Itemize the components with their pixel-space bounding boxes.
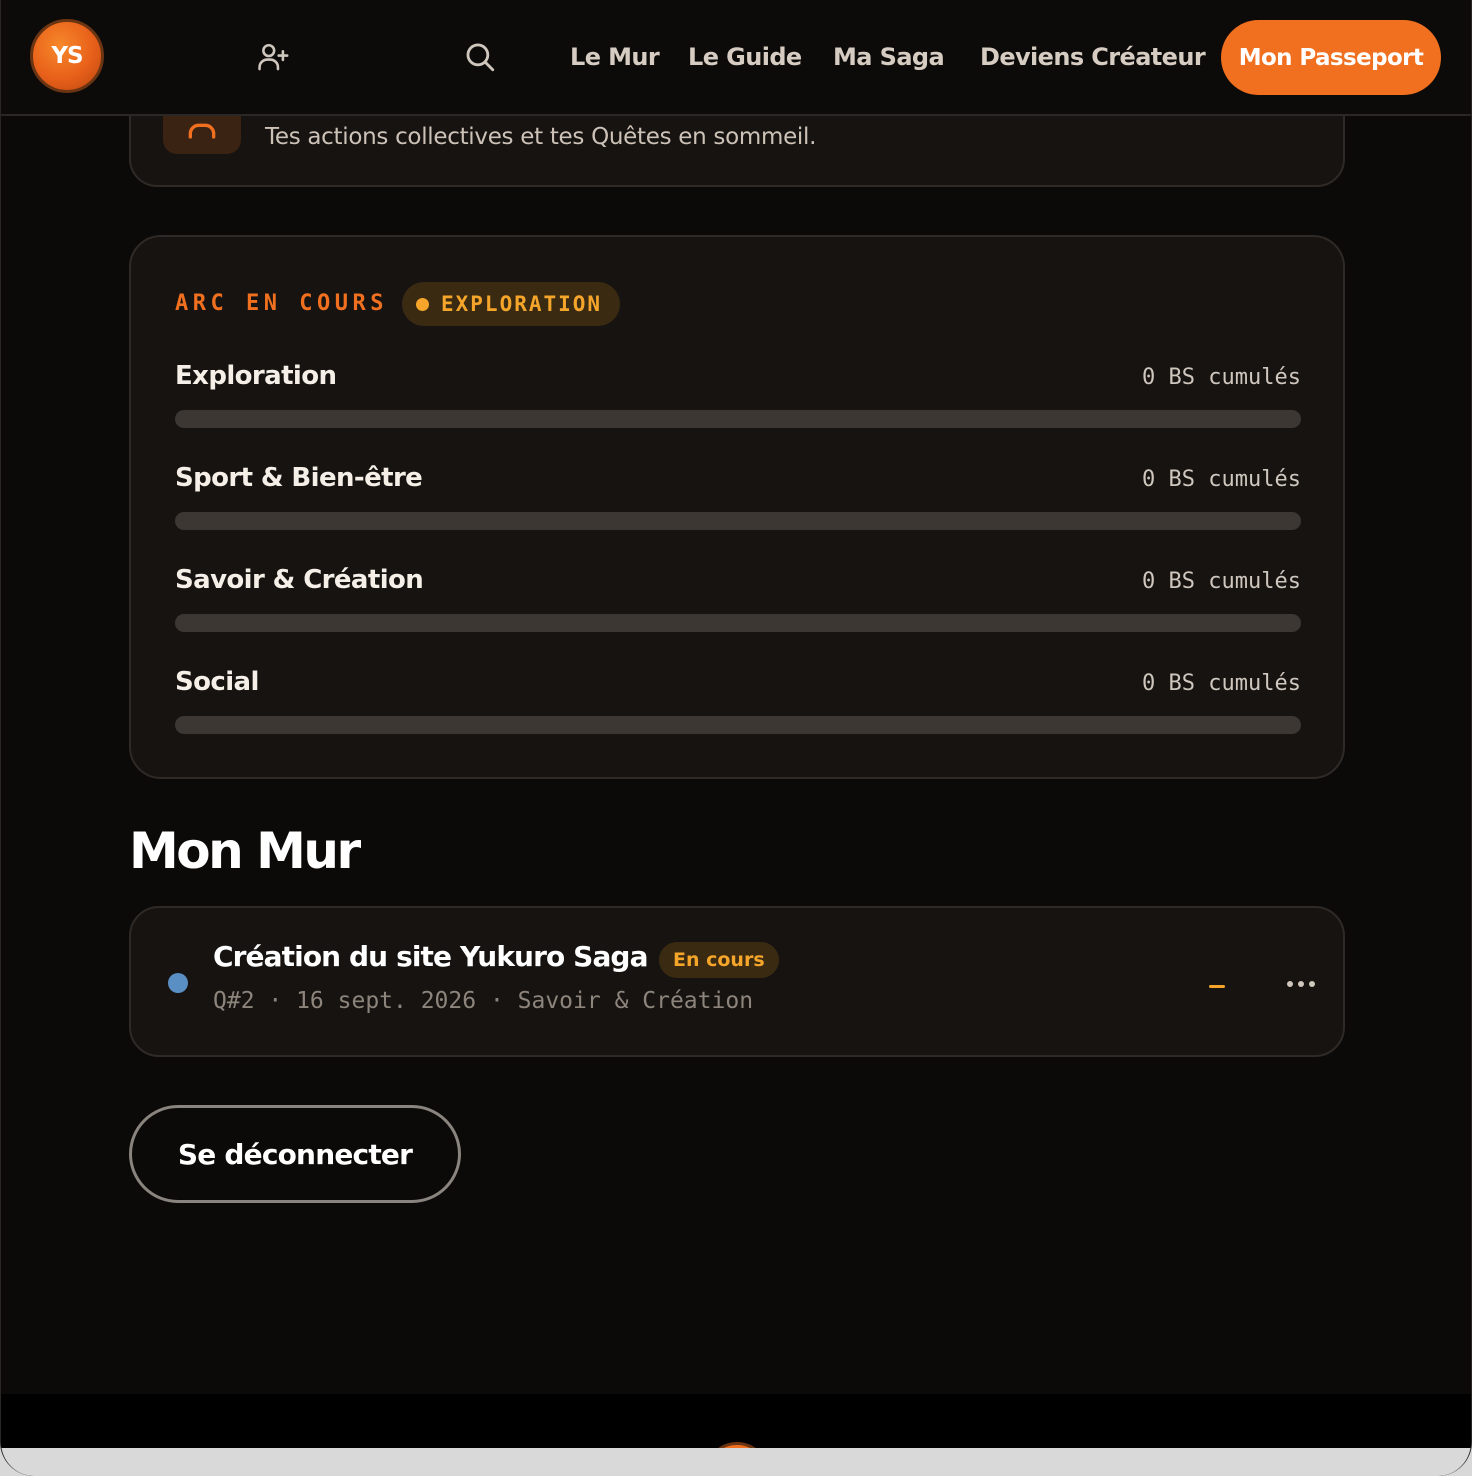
wall-title: Mon Mur <box>129 822 361 880</box>
category-name: Sport & Bien-être <box>175 463 423 493</box>
device-edge <box>1 1448 1471 1476</box>
arc-label: ARC EN COURS <box>175 291 388 316</box>
category-row-savoir: Savoir & Création 0 BS cumulés <box>175 565 1301 635</box>
quest-meta: Q#2 · 16 sept. 2026 · Savoir & Création <box>213 988 754 1014</box>
logout-button[interactable]: Se déconnecter <box>129 1105 461 1203</box>
category-value: 0 BS cumulés <box>1142 671 1301 696</box>
nav-link-le-guide[interactable]: Le Guide <box>688 38 802 76</box>
category-value: 0 BS cumulés <box>1142 569 1301 594</box>
quest-status-badge: En cours <box>659 942 779 978</box>
nav-link-ma-saga[interactable]: Ma Saga <box>833 38 945 76</box>
category-name: Social <box>175 667 259 697</box>
collective-description: Tes actions collectives et tes Quêtes en… <box>265 124 817 150</box>
nav-link-le-mur[interactable]: Le Mur <box>570 38 660 76</box>
quest-title[interactable]: Création du site Yukuro Saga <box>213 940 648 973</box>
category-row-sport: Sport & Bien-être 0 BS cumulés <box>175 463 1301 533</box>
top-navigation: YS Le Mur Le Guide Ma Saga Deviens Créat… <box>1 0 1471 116</box>
minus-icon[interactable] <box>1197 966 1237 1006</box>
category-name: Exploration <box>175 361 337 391</box>
nav-link-deviens-createur[interactable]: Deviens Créateur <box>980 38 1206 76</box>
category-value: 0 BS cumulés <box>1142 467 1301 492</box>
user-plus-icon[interactable] <box>254 38 292 76</box>
category-progress-bar <box>175 716 1301 734</box>
category-progress-bar <box>175 410 1301 428</box>
passport-button[interactable]: Mon Passeport <box>1221 20 1441 95</box>
arc-badge: EXPLORATION <box>402 282 621 326</box>
category-value: 0 BS cumulés <box>1142 365 1301 390</box>
app-frame: Tes actions collectives et tes Quêtes en… <box>0 0 1472 1476</box>
category-progress-bar <box>175 614 1301 632</box>
search-icon[interactable] <box>460 37 500 77</box>
quest-status-dot <box>168 973 188 993</box>
quest-card[interactable]: Création du site Yukuro Saga En cours Q#… <box>129 906 1345 1057</box>
more-horizontal-icon[interactable] <box>1281 964 1321 1004</box>
badge-dot-icon <box>416 297 429 311</box>
arc-progress-card: ARC EN COURS EXPLORATION Exploration 0 B… <box>129 235 1345 779</box>
category-progress-bar <box>175 512 1301 530</box>
category-name: Savoir & Création <box>175 565 424 595</box>
category-row-exploration: Exploration 0 BS cumulés <box>175 361 1301 431</box>
arc-badge-label: EXPLORATION <box>441 292 603 316</box>
category-row-social: Social 0 BS cumulés <box>175 667 1301 737</box>
avatar[interactable]: YS <box>30 19 104 93</box>
